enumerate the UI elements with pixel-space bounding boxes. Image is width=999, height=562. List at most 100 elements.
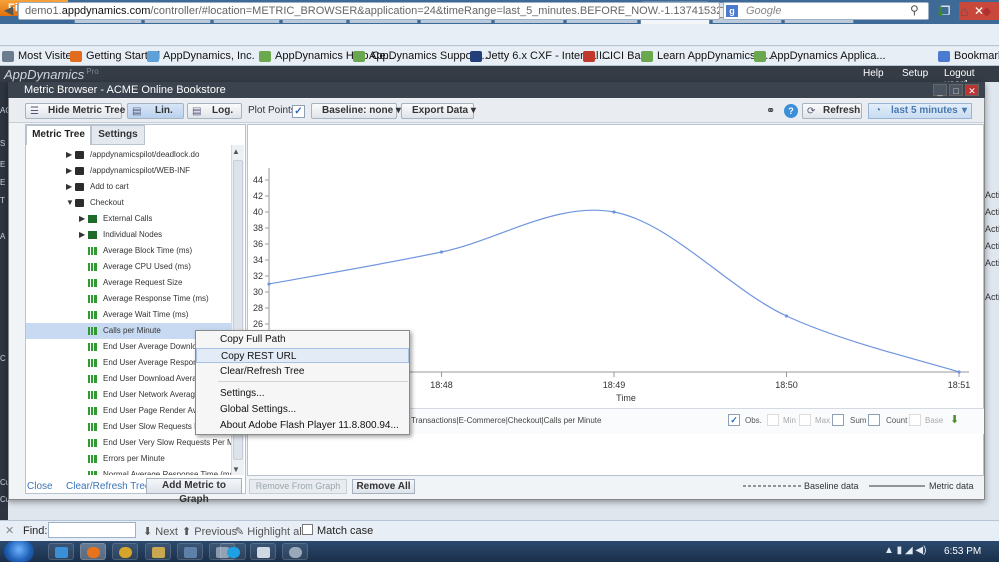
tree-icon: ☰	[30, 106, 39, 117]
match-case-checkbox[interactable]	[302, 524, 313, 535]
home-icon[interactable]: ⌂	[960, 3, 968, 19]
google-engine-icon[interactable]: g	[726, 5, 738, 17]
menu-clear-refresh-tree[interactable]: Clear/Refresh Tree	[196, 364, 409, 379]
search-input[interactable]: Google	[723, 2, 929, 20]
tree-node[interactable]: Average Wait Time (ms)	[26, 307, 231, 323]
download-series-icon[interactable]: ⬇	[950, 413, 959, 426]
max-checkbox[interactable]	[799, 414, 811, 426]
close-link[interactable]: Close	[27, 481, 53, 492]
bookmarks-menu[interactable]: Bookmarks	[938, 50, 999, 62]
hide-tree-label: Hide Metric Tree	[48, 105, 126, 116]
export-data-dropdown[interactable]: Export Data ▾	[401, 103, 476, 119]
tree-node[interactable]: End User Very Slow Requests Per Mi	[26, 435, 231, 451]
menu-global-settings[interactable]: Global Settings...	[196, 402, 409, 417]
bookmark-item[interactable]: Most Visited	[2, 50, 78, 62]
tree-node[interactable]: ▶ /appdynamicspilot/deadlock.do	[26, 147, 231, 163]
background-action-text: Acti	[985, 190, 999, 200]
taskbar-firefox-icon[interactable]	[80, 543, 106, 560]
time-range-dropdown[interactable]: ◔ last 5 minutes ▾	[868, 103, 972, 119]
bookmark-star-icon[interactable]: ☆	[700, 4, 710, 17]
taskbar-chat-icon[interactable]	[250, 543, 276, 560]
taskbar-app-icon[interactable]	[282, 543, 308, 560]
tree-node[interactable]: Average Request Size	[26, 275, 231, 291]
addon-icon[interactable]: ◆	[982, 4, 991, 18]
scroll-down-icon[interactable]: ▼	[232, 465, 240, 474]
download-icon[interactable]: ⬇	[935, 4, 946, 20]
expand-icon[interactable]: ▶	[79, 227, 85, 243]
tree-node[interactable]: Normal Average Response Time (ms)	[26, 467, 231, 475]
y-tick-label: 34	[253, 255, 263, 265]
remove-from-graph-button[interactable]: Remove From Graph	[249, 479, 347, 494]
data-point	[957, 370, 961, 374]
start-button-icon[interactable]	[4, 541, 34, 562]
menu-copy-full-path[interactable]: Copy Full Path	[196, 332, 409, 347]
bookmark-item[interactable]: AppDynamics, Inc.	[147, 50, 255, 62]
tab-settings[interactable]: Settings	[91, 125, 145, 145]
add-metric-button[interactable]: Add Metric to Graph	[146, 478, 242, 505]
info-icon[interactable]: ?	[784, 104, 798, 118]
taskbar-app-icon[interactable]	[177, 543, 203, 560]
find-input[interactable]	[48, 522, 136, 538]
linear-scale-button[interactable]: ▤ Lin.	[127, 103, 184, 119]
tree-node[interactable]: Average CPU Used (ms)	[26, 259, 231, 275]
baseline-legend-swatch	[743, 485, 801, 487]
expand-icon[interactable]: ▶	[79, 211, 85, 227]
taskbar-skype-icon[interactable]	[220, 543, 246, 560]
dialog-minimize-icon[interactable]: _	[933, 84, 947, 96]
tree-node[interactable]: ▶ External Calls	[26, 211, 231, 227]
find-close-icon[interactable]: ✕	[5, 524, 14, 537]
help-link[interactable]: Help	[863, 68, 884, 79]
tab-metric-tree[interactable]: Metric Tree	[26, 125, 91, 145]
bookmark-item[interactable]: AppDynamics Applica...	[754, 50, 886, 62]
clear-refresh-tree-link[interactable]: Clear/Refresh Tree	[66, 481, 150, 492]
base-checkbox[interactable]	[909, 414, 921, 426]
min-checkbox[interactable]	[767, 414, 779, 426]
taskbar-explorer-icon[interactable]	[145, 543, 171, 560]
setup-link[interactable]: Setup	[902, 68, 928, 79]
refresh-button[interactable]: ⟳ Refresh	[802, 103, 862, 119]
collapse-icon[interactable]: ▼	[66, 195, 74, 211]
tree-node[interactable]: ▶ /appdynamicspilot/WEB-INF	[26, 163, 231, 179]
count-checkbox[interactable]	[868, 414, 880, 426]
expand-icon[interactable]: ▶	[66, 147, 72, 163]
tree-node[interactable]: Average Block Time (ms)	[26, 243, 231, 259]
taskbar-chrome-icon[interactable]	[112, 543, 138, 560]
metric-icon	[88, 471, 97, 475]
scroll-up-icon[interactable]: ▲	[232, 147, 240, 156]
plot-points-checkbox[interactable]: ✓	[292, 105, 305, 118]
bookmark-item[interactable]: AppDynamics Support...	[353, 50, 488, 62]
series-path: Transactions|E-Commerce|Checkout|Calls p…	[411, 416, 602, 425]
obs-checkbox[interactable]: ✓	[728, 414, 740, 426]
bookmarks-menu-icon	[938, 51, 950, 62]
system-tray-icons[interactable]: ▲ ▮ ◢ ◀)	[884, 545, 926, 556]
menu-settings[interactable]: Settings...	[196, 386, 409, 401]
taskbar-ie-icon[interactable]	[48, 543, 74, 560]
find-next-button[interactable]: ⬇ Next	[143, 525, 178, 538]
sum-checkbox[interactable]	[832, 414, 844, 426]
tree-node[interactable]: ▶ Individual Nodes	[26, 227, 231, 243]
search-icon[interactable]: ⚲	[910, 3, 919, 17]
hide-metric-tree-button[interactable]: ☰ Hide Metric Tree	[25, 103, 126, 119]
expand-icon[interactable]: ▶	[66, 179, 72, 195]
dialog-close-icon[interactable]: ✕	[965, 84, 979, 96]
log-scale-button[interactable]: ▤ Log.	[187, 103, 242, 119]
remove-all-button[interactable]: Remove All	[352, 479, 415, 494]
url-bar[interactable]: demo1.appdynamics.com/controller/#locati…	[18, 2, 720, 20]
tree-node[interactable]: Average Response Time (ms)	[26, 291, 231, 307]
bookmark-icon	[147, 51, 159, 62]
highlight-all-button[interactable]: ✎ Highlight all	[235, 525, 304, 538]
metric-icon	[88, 391, 97, 399]
baseline-dropdown[interactable]: Baseline: none ▾	[311, 103, 401, 119]
menu-copy-rest-url[interactable]: Copy REST URL	[196, 348, 409, 363]
menu-about-flash[interactable]: About Adobe Flash Player 11.8.800.94...	[196, 418, 409, 433]
background-action-text: Acti	[985, 258, 999, 268]
back-icon[interactable]: ◀	[4, 3, 18, 19]
find-previous-button[interactable]: ⬆ Previous	[182, 525, 237, 538]
chevron-down-icon: ▾	[470, 105, 476, 116]
tree-node[interactable]: ▼ Checkout	[26, 195, 231, 211]
tree-node[interactable]: ▶ Add to cart	[26, 179, 231, 195]
expand-icon[interactable]: ▶	[66, 163, 72, 179]
tree-node[interactable]: Errors per Minute	[26, 451, 231, 467]
dialog-maximize-icon[interactable]: □	[949, 84, 963, 96]
link-icon[interactable]: ⚭	[766, 104, 775, 117]
